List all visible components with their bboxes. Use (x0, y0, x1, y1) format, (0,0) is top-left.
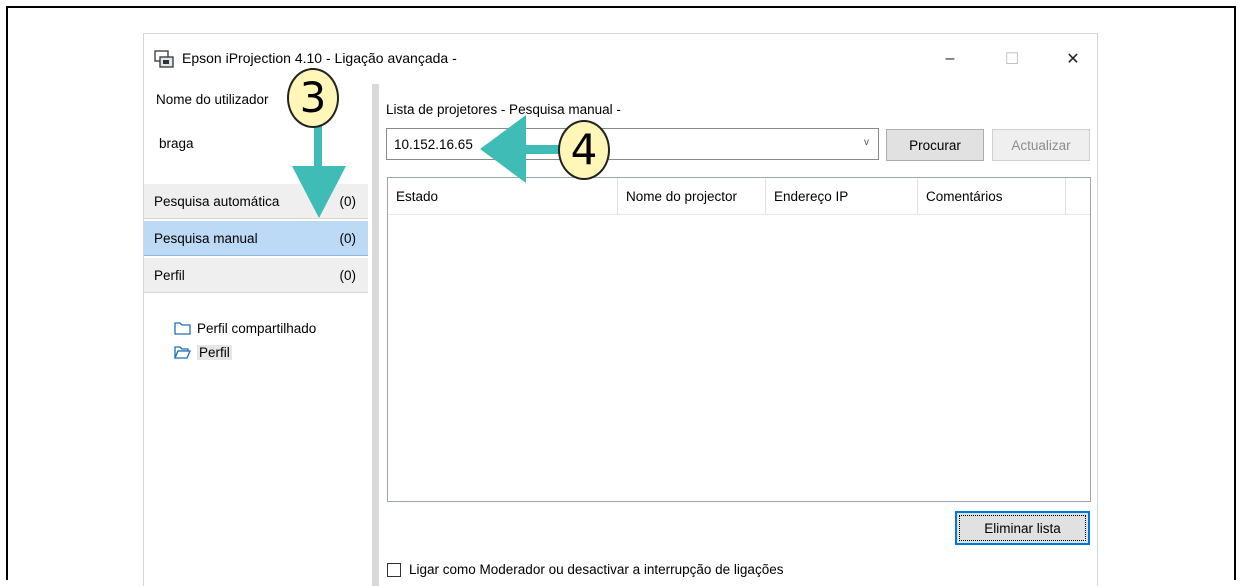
tree-item-label: Perfil compartilhado (197, 320, 317, 336)
nav-manual-search-label: Pesquisa manual (154, 230, 258, 246)
maximize-button[interactable]: ☐ (989, 42, 1035, 76)
column-header-comments[interactable]: Comentários (918, 178, 1066, 214)
nav-auto-search-label: Pesquisa automática (154, 193, 280, 209)
column-header-ip-address[interactable]: Endereço IP (766, 178, 918, 214)
moderator-checkbox-label: Ligar como Moderador ou desactivar a int… (409, 562, 784, 577)
close-button[interactable]: ✕ (1050, 42, 1096, 76)
moderator-checkbox[interactable] (387, 562, 401, 577)
tree-item-label: Perfil (197, 344, 232, 360)
user-name-value: braga (159, 136, 194, 151)
nav-auto-search[interactable]: Pesquisa automática (0) (144, 183, 368, 219)
tree-item-profile[interactable]: Perfil (174, 340, 316, 364)
table-header: Estado Nome do projector Endereço IP Com… (388, 178, 1090, 215)
clear-list-button[interactable]: Eliminar lista (955, 511, 1090, 545)
left-panel: Nome do utilizador braga Pesquisa automá… (144, 84, 372, 586)
ip-address-combobox[interactable]: v (386, 128, 879, 160)
profile-tree: Perfil compartilhado Perfil (174, 316, 316, 364)
step-3-badge: 3 (287, 68, 339, 128)
nav-auto-search-count: (0) (339, 193, 357, 209)
app-icon (154, 50, 174, 68)
panel-splitter[interactable] (372, 84, 379, 586)
chevron-down-icon[interactable]: v (864, 137, 869, 148)
column-header-status[interactable]: Estado (388, 178, 618, 214)
refresh-button: Actualizar (992, 129, 1090, 161)
nav-profile[interactable]: Perfil (0) (144, 257, 368, 293)
window-title: Epson iProjection 4.10 - Ligação avançad… (182, 50, 457, 66)
title-bar[interactable]: Epson iProjection 4.10 - Ligação avançad… (144, 34, 1097, 84)
moderator-checkbox-row[interactable]: Ligar como Moderador ou desactivar a int… (387, 562, 783, 577)
step-4-badge: 4 (558, 120, 610, 180)
nav-manual-search-count: (0) (339, 230, 357, 246)
nav-profile-count: (0) (339, 267, 357, 283)
nav-profile-label: Perfil (154, 267, 185, 283)
projector-list-title: Lista de projetores - Pesquisa manual - (386, 102, 621, 117)
ip-address-input[interactable] (387, 129, 854, 159)
folder-icon (174, 322, 191, 335)
nav-manual-search[interactable]: Pesquisa manual (0) (144, 220, 368, 256)
tree-item-shared-profile[interactable]: Perfil compartilhado (174, 316, 316, 340)
column-header-projector-name[interactable]: Nome do projector (618, 178, 766, 214)
folder-open-icon (174, 346, 191, 359)
projector-table[interactable]: Estado Nome do projector Endereço IP Com… (387, 177, 1091, 502)
user-name-label: Nome do utilizador (156, 92, 269, 107)
search-button[interactable]: Procurar (886, 129, 984, 161)
app-window: Epson iProjection 4.10 - Ligação avançad… (143, 33, 1098, 586)
minimize-button[interactable]: – (927, 42, 973, 76)
